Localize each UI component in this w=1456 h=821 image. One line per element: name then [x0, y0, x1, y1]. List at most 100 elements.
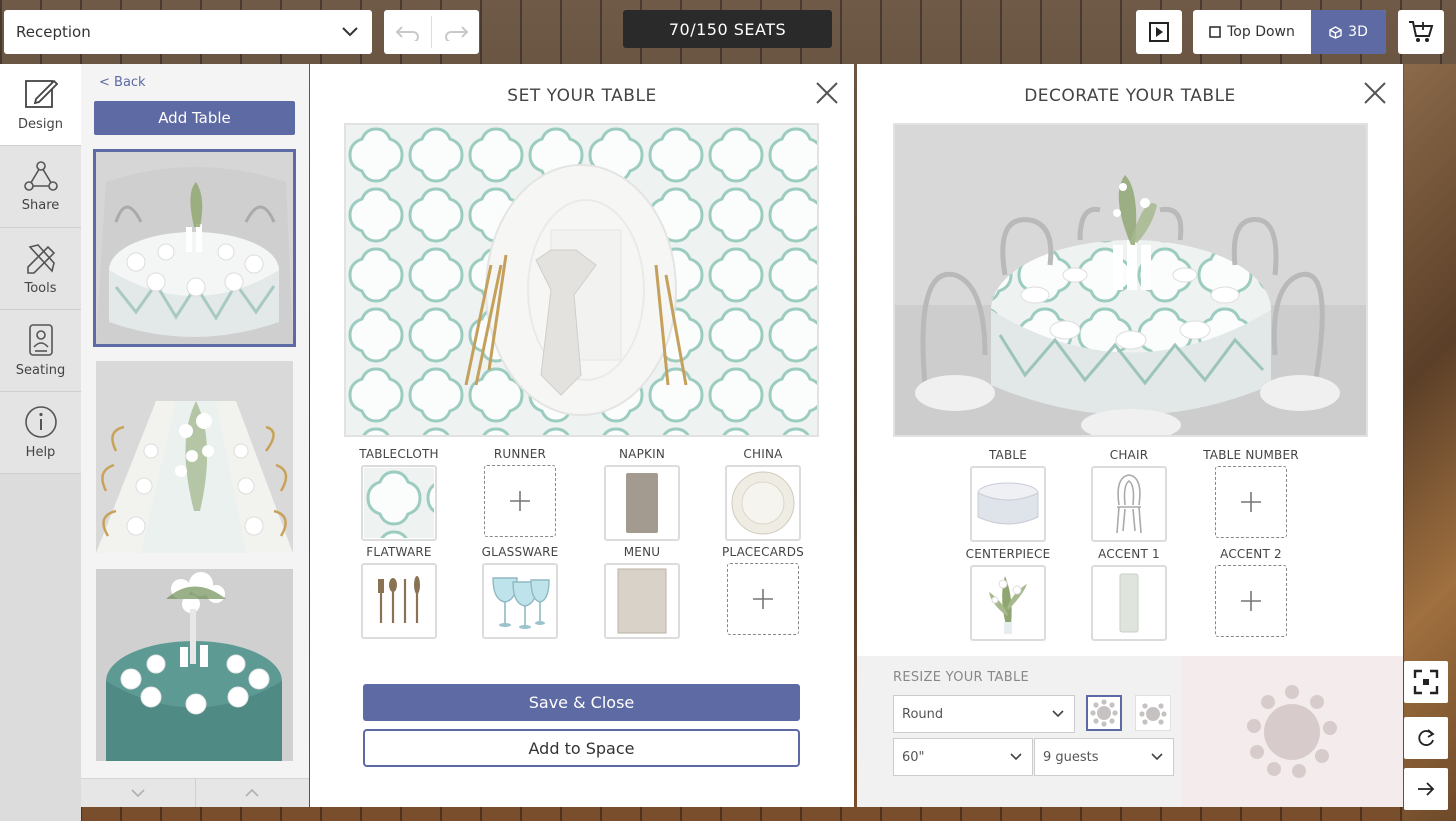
flatware-swatch[interactable]: [361, 563, 437, 639]
table-swatch[interactable]: [970, 466, 1046, 542]
pencil-square-icon: [24, 79, 58, 108]
table-size-select[interactable]: 60": [893, 738, 1033, 776]
slot-menu[interactable]: MENU: [581, 545, 703, 639]
glassware-swatch[interactable]: [482, 563, 558, 639]
add-table-number-button[interactable]: [1215, 466, 1287, 538]
add-to-space-button[interactable]: Add to Space: [363, 729, 800, 767]
rotate-view-button[interactable]: [1404, 717, 1448, 759]
round-table-icon: [977, 482, 1039, 525]
scroll-down-button[interactable]: [81, 779, 195, 807]
slot-china[interactable]: CHINA: [702, 447, 824, 541]
save-close-button[interactable]: Save & Close: [363, 684, 800, 721]
china-swatch[interactable]: [725, 465, 801, 541]
nav-tools[interactable]: Tools: [0, 228, 81, 310]
undo-button[interactable]: [384, 10, 431, 54]
add-placecards-button[interactable]: [727, 563, 799, 635]
slot-centerpiece[interactable]: CENTERPIECE: [947, 547, 1069, 641]
play-walkthrough-button[interactable]: [1136, 10, 1182, 54]
slot-label: MENU: [623, 545, 661, 559]
decorate-table-panel: DECORATE YOUR TABLE TABLE CHAIR TABLE NU…: [857, 64, 1403, 807]
guest-count-value: 9 guests: [1043, 749, 1099, 765]
add-runner-button[interactable]: [484, 465, 556, 537]
slot-placecards[interactable]: PLACECARDS: [702, 545, 824, 635]
slot-label: TABLE NUMBER: [1203, 448, 1299, 462]
info-circle-icon: [24, 406, 57, 438]
venue-floor-background: [1404, 64, 1456, 821]
cube-icon: [1329, 25, 1342, 39]
tablecloth-swatch[interactable]: [361, 465, 437, 541]
seating-chart-icon: [28, 324, 53, 356]
slot-tablecloth[interactable]: TABLECLOTH: [338, 447, 460, 541]
table-thumbnail[interactable]: [93, 149, 296, 347]
3d-view-button[interactable]: 3D: [1311, 10, 1386, 54]
resize-title: RESIZE YOUR TABLE: [893, 670, 1030, 685]
chevron-down-icon: [1151, 753, 1163, 761]
slot-accent-2[interactable]: ACCENT 2: [1190, 547, 1312, 637]
top-down-label: Top Down: [1227, 24, 1295, 40]
nav-help[interactable]: Help: [0, 392, 81, 474]
slot-runner[interactable]: RUNNER: [459, 447, 581, 537]
chevron-down-icon: [131, 789, 145, 797]
table-thumbnail[interactable]: [96, 569, 293, 761]
redo-button[interactable]: [432, 10, 479, 54]
napkin-icon: [626, 473, 658, 533]
add-table-button[interactable]: Add Table: [94, 101, 295, 135]
slot-accent-1[interactable]: ACCENT 1: [1068, 547, 1190, 641]
table-3d-preview: [893, 123, 1368, 437]
nav-design[interactable]: Design: [0, 64, 81, 146]
next-arrow-button[interactable]: [1404, 768, 1448, 810]
undo-redo-group: [384, 10, 479, 54]
slot-table-number[interactable]: TABLE NUMBER: [1190, 448, 1312, 538]
cart-button[interactable]: [1398, 10, 1444, 54]
napkin-swatch[interactable]: [604, 465, 680, 541]
guest-count-select[interactable]: 9 guests: [1034, 738, 1174, 776]
nav-seating[interactable]: Seating: [0, 310, 81, 392]
chevron-up-icon: [245, 789, 259, 797]
flatware-icon: [378, 576, 420, 623]
chevron-down-icon: [1052, 710, 1064, 718]
seating-round-option[interactable]: [1086, 695, 1122, 731]
square-icon: [1209, 26, 1221, 38]
close-set-table-button[interactable]: [814, 80, 840, 106]
venue-space-select[interactable]: Reception: [4, 10, 372, 54]
slot-label: RUNNER: [493, 447, 547, 461]
decorated-table-image: [895, 125, 1366, 435]
nav-tools-label: Tools: [24, 281, 57, 296]
rotate-icon: [1418, 729, 1435, 746]
slot-chair[interactable]: CHAIR: [1068, 448, 1190, 542]
add-accent-2-button[interactable]: [1215, 565, 1287, 637]
chair-swatch[interactable]: [1091, 466, 1167, 542]
slot-label: CENTERPIECE: [965, 547, 1051, 561]
slot-glassware[interactable]: GLASSWARE: [459, 545, 581, 639]
set-table-panel: SET YOUR TABLE TABLECLOTH RUNNER NAPKIN …: [310, 64, 854, 807]
seating-half-option[interactable]: [1135, 695, 1171, 731]
slot-label: ACCENT 1: [1098, 547, 1160, 561]
fullscreen-button[interactable]: [1404, 661, 1448, 703]
nav-filler: [0, 474, 81, 821]
scroll-up-button[interactable]: [194, 779, 310, 807]
3d-label: 3D: [1348, 24, 1368, 40]
close-decorate-table-button[interactable]: [1362, 80, 1388, 106]
decorate-table-title: DECORATE YOUR TABLE: [1024, 86, 1236, 106]
slot-napkin[interactable]: NAPKIN: [581, 447, 703, 541]
back-link[interactable]: < Back: [99, 75, 146, 90]
menu-swatch[interactable]: [604, 563, 680, 639]
slot-label: TABLECLOTH: [359, 447, 439, 461]
round-table-teal-image: [96, 569, 293, 761]
nav-share[interactable]: Share: [0, 146, 81, 228]
venue-space-value: Reception: [16, 23, 91, 41]
slot-label: ACCENT 2: [1220, 547, 1282, 561]
nav-design-label: Design: [18, 117, 63, 132]
table-shape-select[interactable]: Round: [893, 695, 1075, 733]
slot-table[interactable]: TABLE: [947, 448, 1069, 542]
top-down-view-button[interactable]: Top Down: [1193, 10, 1311, 54]
glassware-icon: [492, 577, 550, 629]
accent-1-swatch[interactable]: [1091, 565, 1167, 641]
table-thumbnail[interactable]: [96, 361, 293, 553]
table-size-value: 60": [902, 749, 925, 765]
centerpiece-swatch[interactable]: [970, 565, 1046, 641]
table-shape-value: Round: [902, 706, 944, 722]
plus-icon: [510, 491, 530, 511]
slot-flatware[interactable]: FLATWARE: [338, 545, 460, 639]
slot-label: PLACECARDS: [722, 545, 804, 559]
